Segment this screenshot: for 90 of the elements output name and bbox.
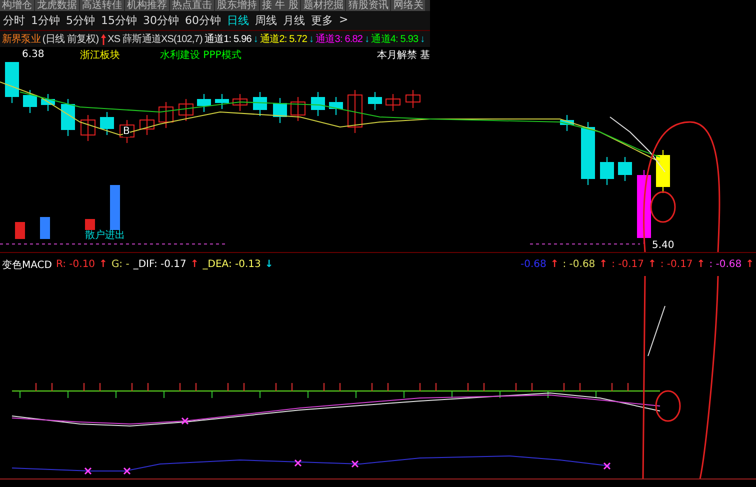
trend-arrow: ↓: [308, 34, 314, 44]
sector-tag: 水利建设 PPP模式: [160, 48, 242, 61]
menu-tab[interactable]: 机构推荐: [125, 0, 169, 11]
candlestick: [80, 114, 96, 142]
menu-tab[interactable]: 猜股资讯: [346, 0, 390, 11]
candlestick: [311, 92, 325, 116]
indicator-name: XS 薛斯通道XS(102,7): [108, 32, 202, 46]
cross-marker: [84, 467, 92, 475]
candlestick: [581, 122, 595, 186]
trend-arrow: ↑: [99, 259, 108, 270]
indicator-title: 变色MACD: [2, 258, 52, 272]
period-tab[interactable]: 30分钟: [143, 13, 179, 28]
candlestick: [23, 90, 37, 114]
candlestick: [178, 98, 194, 122]
trend-arrow: ↑: [696, 259, 706, 270]
channel-value: 通道2: 5.72: [260, 32, 307, 46]
indicator-value: G: -: [111, 259, 130, 270]
candlestick: [600, 156, 614, 186]
candlestick: [386, 94, 400, 112]
volume-bar: [15, 222, 25, 239]
up-arrow-icon: [100, 34, 106, 44]
candlestick: [197, 94, 211, 112]
cross-marker: [181, 417, 189, 425]
stock-name: 新界泵业: [2, 32, 40, 46]
indicator-value: : -0.17: [660, 259, 693, 270]
trend-arrow: ↑: [599, 259, 608, 270]
channel-value: 通道1: 5.96: [204, 32, 252, 46]
candlestick: [41, 94, 55, 112]
period-tab[interactable]: 15分钟: [101, 13, 137, 28]
signal-label: B: [123, 126, 130, 137]
cross-marker: [351, 460, 359, 468]
price-label: 6.38: [22, 49, 44, 60]
period-tab[interactable]: 更多: [311, 13, 333, 28]
trend-arrow: ↓: [253, 34, 258, 44]
trend-arrow: ↑: [550, 259, 559, 270]
candlestick: [253, 92, 267, 116]
cross-marker: [123, 467, 131, 475]
menu-tab[interactable]: 龙虎数据: [35, 0, 79, 11]
indicator-value: : -0.68: [562, 259, 596, 270]
sector-tag: 本月解禁 基: [376, 48, 430, 61]
candlestick: [120, 120, 134, 144]
channel-value: 通道3: 6.82: [316, 32, 363, 46]
chart-mode: (日线 前复权): [42, 32, 99, 46]
price-label: 5.40: [652, 240, 674, 251]
indicator-value: : -0.17: [612, 259, 644, 270]
trend-arrow: ↑: [190, 259, 199, 270]
candlestick: [5, 62, 19, 104]
candlestick: [215, 94, 229, 110]
trend-arrow: ↑: [648, 259, 656, 270]
candlestick: [618, 156, 632, 182]
menu-tab[interactable]: 接 牛 股: [260, 0, 300, 11]
indicator-value: _DEA: -0.13: [202, 259, 261, 270]
period-tab[interactable]: 周线: [255, 13, 277, 28]
candlestick: [232, 94, 248, 112]
cross-marker: [603, 462, 611, 470]
candlestick: [273, 98, 287, 124]
period-tab[interactable]: 日线: [227, 13, 249, 28]
indicator-value: : -0.68: [709, 259, 742, 270]
candlestick: [560, 114, 574, 132]
menu-tab[interactable]: 题材挖掘: [301, 0, 346, 11]
candlestick: [290, 96, 306, 122]
period-tab[interactable]: >: [339, 13, 348, 28]
candlestick: [140, 114, 154, 136]
sector-tag: 浙江板块: [80, 48, 120, 61]
menu-tab[interactable]: 构增仓: [0, 0, 34, 11]
period-tab[interactable]: 5分钟: [66, 13, 95, 28]
menu-tab[interactable]: 热点直击: [170, 0, 214, 11]
candlestick: [406, 90, 420, 108]
candlestick: [348, 90, 362, 134]
candlestick: [329, 96, 343, 116]
channel-value: 通道4: 5.93: [371, 32, 418, 46]
volume-bar: [40, 217, 50, 239]
period-tab[interactable]: 60分钟: [185, 13, 221, 28]
candlestick: [61, 98, 75, 136]
candlestick: [100, 112, 114, 136]
candlestick: [158, 102, 174, 128]
indicator-value: _DIF: -0.17: [133, 259, 186, 270]
candlestick: [656, 150, 670, 194]
indicator-value: -0.68: [520, 259, 546, 270]
trend-arrow: ↑: [746, 259, 754, 270]
indicator-value: R: -0.10: [56, 259, 96, 270]
period-tab[interactable]: 月线: [283, 13, 305, 28]
trend-arrow: ↓: [264, 259, 274, 270]
indicator-label: 散户进出: [85, 230, 125, 241]
candlestick: [368, 92, 382, 110]
period-tab[interactable]: 分时: [3, 13, 25, 28]
cross-marker: [294, 459, 302, 467]
trend-arrow: ↓: [364, 34, 370, 44]
trend-arrow: ↓: [420, 34, 425, 44]
period-tab[interactable]: 1分钟: [31, 13, 60, 28]
